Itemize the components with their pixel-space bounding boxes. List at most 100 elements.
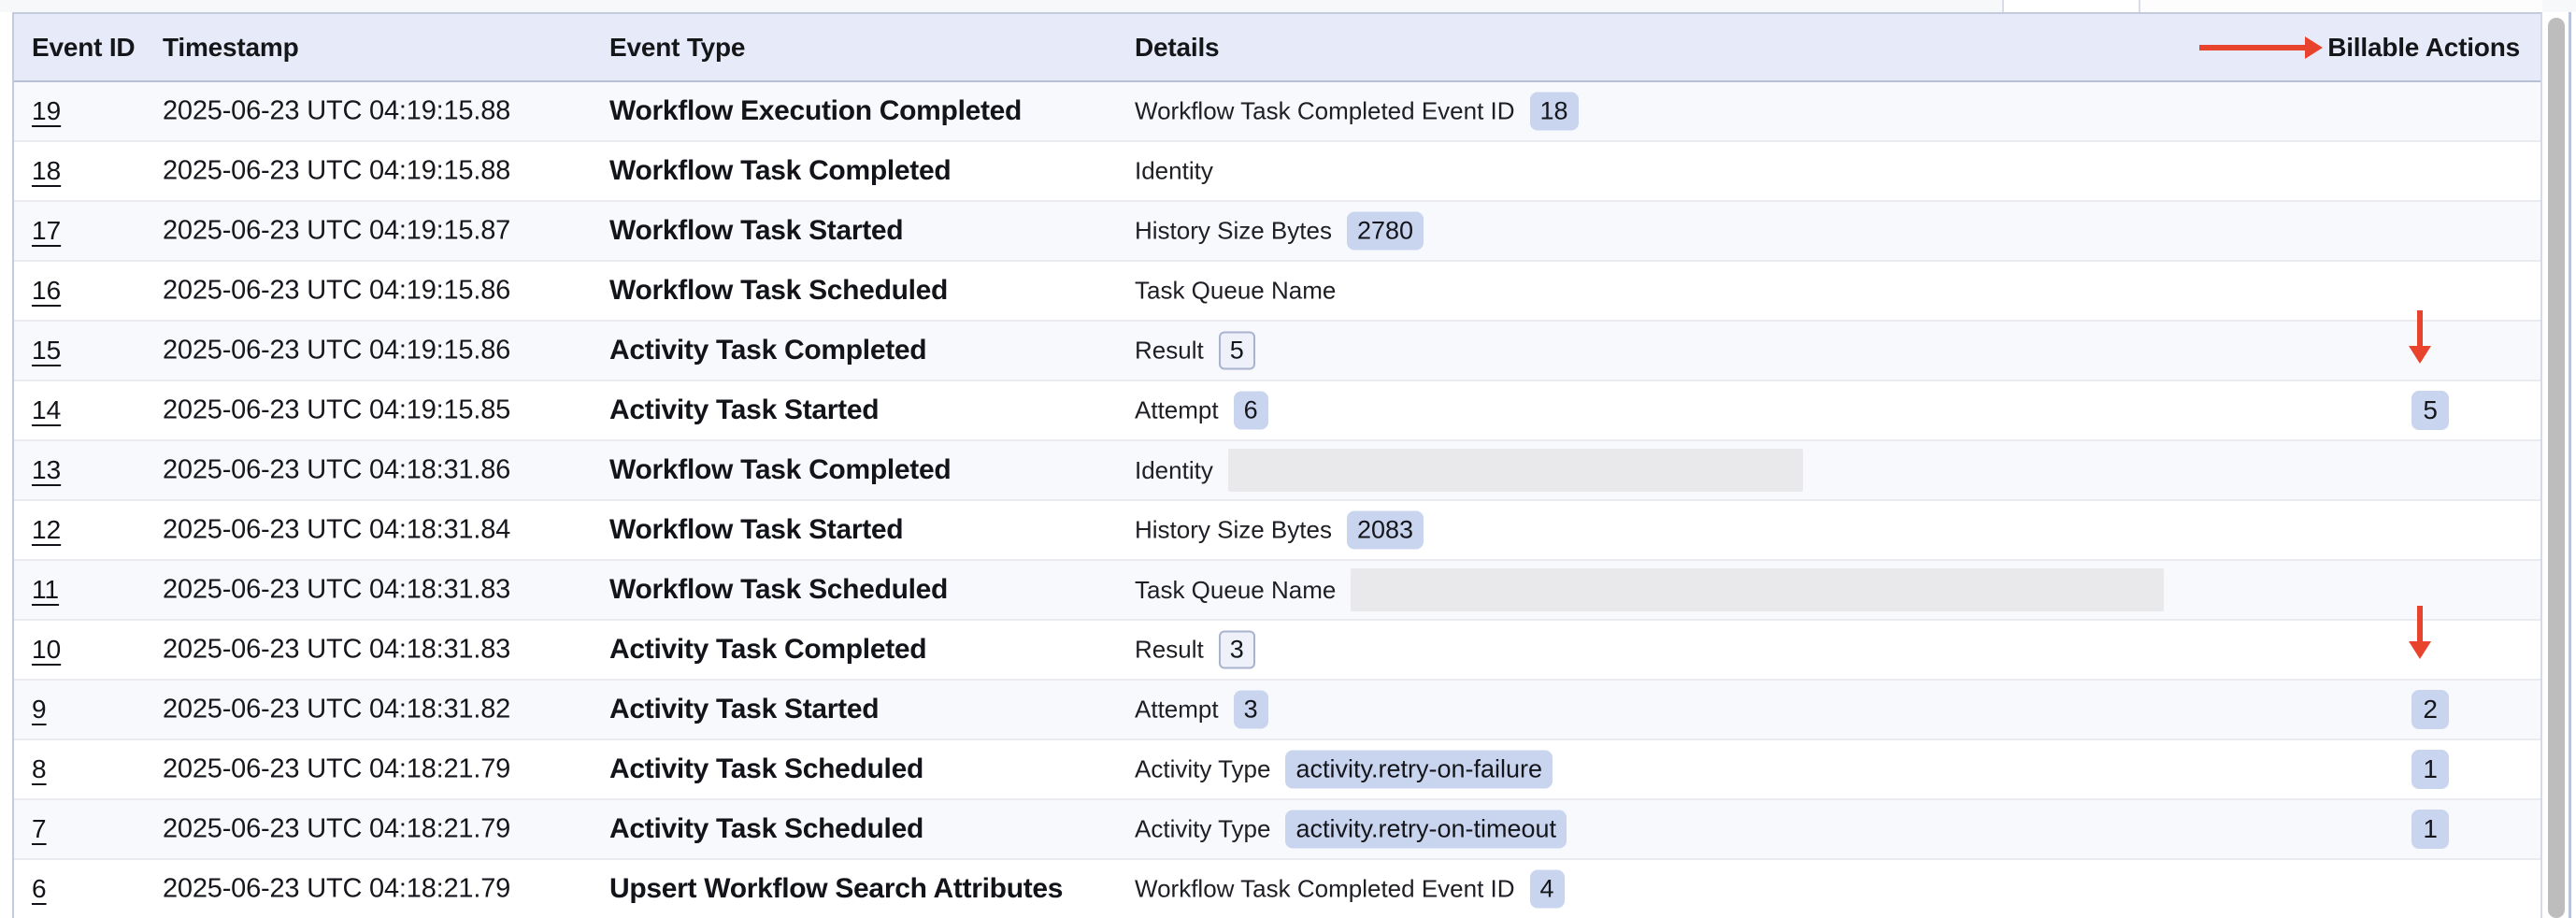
event-timestamp: 2025-06-23 UTC 04:18:31.84 [163,515,510,546]
event-id-link[interactable]: 11 [32,575,59,605]
event-id-link[interactable]: 17 [32,216,61,246]
detail-label: Activity Type [1135,815,1270,844]
event-type: Activity Task Scheduled [609,813,923,845]
event-timestamp: 2025-06-23 UTC 04:19:15.87 [163,216,510,247]
detail-value-chip: 18 [1530,93,1579,131]
table-row[interactable]: 15 2025-06-23 UTC 04:19:15.86 Activity T… [14,322,2540,381]
event-type: Workflow Task Started [609,514,903,546]
table-row[interactable]: 16 2025-06-23 UTC 04:19:15.86 Workflow T… [14,262,2540,322]
table-row[interactable]: 9 2025-06-23 UTC 04:18:31.82 Activity Ta… [14,681,2540,740]
event-id-link[interactable]: 6 [32,874,47,904]
event-id-link[interactable]: 16 [32,276,61,306]
detail-value-chip: activity.retry-on-timeout [1285,810,1567,849]
detail-label: Result [1135,636,1204,665]
event-details: History Size Bytes 2780 [1135,212,1424,251]
arrow-head [2409,346,2431,364]
table-row[interactable]: 6 2025-06-23 UTC 04:18:21.79 Upsert Work… [14,860,2540,918]
billable-actions-cell: 2 [2411,690,2449,729]
event-type: Activity Task Scheduled [609,753,923,785]
event-id-link[interactable]: 7 [32,814,47,844]
event-history-table: Event ID Timestamp Event Type Details Bi… [12,12,2542,918]
event-timestamp: 2025-06-23 UTC 04:19:15.88 [163,96,510,127]
event-history-screen: Event ID Timestamp Event Type Details Bi… [0,0,2576,918]
table-row[interactable]: 14 2025-06-23 UTC 04:19:15.85 Activity T… [14,381,2540,441]
event-type: Upsert Workflow Search Attributes [609,873,1063,905]
column-header-billable-actions: Billable Actions [2327,33,2520,63]
event-details: Activity Type activity.retry-on-timeout [1135,810,1567,849]
event-timestamp: 2025-06-23 UTC 04:18:31.83 [163,635,510,666]
event-id-link[interactable]: 13 [32,455,61,485]
billable-actions-badge: 1 [2411,810,2449,849]
table-row[interactable]: 17 2025-06-23 UTC 04:19:15.87 Workflow T… [14,202,2540,262]
detail-value-chip: activity.retry-on-failure [1285,751,1553,789]
event-timestamp: 2025-06-23 UTC 04:18:31.86 [163,455,510,486]
red-arrow-down-icon [2409,310,2431,364]
detail-value-chip: 2083 [1347,511,1424,550]
event-id-link[interactable]: 9 [32,695,47,724]
table-body: 19 2025-06-23 UTC 04:19:15.88 Workflow E… [14,82,2540,918]
table-row[interactable]: 11 2025-06-23 UTC 04:18:31.83 Workflow T… [14,561,2540,621]
event-type: Activity Task Completed [609,335,926,366]
billable-actions-badge: 5 [2411,391,2449,430]
detail-label: Workflow Task Completed Event ID [1135,875,1515,904]
event-id-link[interactable]: 18 [32,156,61,186]
red-arrow-down-icon [2409,606,2431,659]
billable-actions-cell: 5 [2411,391,2449,430]
event-id-link[interactable]: 19 [32,96,61,126]
event-type: Workflow Execution Completed [609,95,1022,127]
event-timestamp: 2025-06-23 UTC 04:19:15.86 [163,276,510,307]
event-type: Workflow Task Started [609,215,903,247]
detail-label: Result [1135,337,1204,366]
event-id-link[interactable]: 12 [32,515,61,545]
table-row[interactable]: 12 2025-06-23 UTC 04:18:31.84 Workflow T… [14,501,2540,561]
detail-label: Attempt [1135,696,1219,724]
detail-label: Attempt [1135,396,1219,425]
event-details: Result 5 [1135,332,1255,370]
event-timestamp: 2025-06-23 UTC 04:18:31.82 [163,695,510,725]
event-type: Activity Task Started [609,394,879,426]
table-row[interactable]: 18 2025-06-23 UTC 04:19:15.88 Workflow T… [14,142,2540,202]
arrow-shaft [2417,310,2423,346]
detail-label: Activity Type [1135,755,1270,784]
detail-label: Identity [1135,157,1213,186]
column-header-timestamp[interactable]: Timestamp [163,33,299,63]
column-header-event-id[interactable]: Event ID [32,33,135,63]
event-type: Workflow Task Completed [609,155,951,187]
red-arrow-right-icon [2199,36,2323,59]
event-timestamp: 2025-06-23 UTC 04:19:15.86 [163,336,510,366]
event-timestamp: 2025-06-23 UTC 04:18:21.79 [163,814,510,845]
billable-actions-cell: 1 [2411,810,2449,849]
detail-label: Task Queue Name [1135,576,1336,605]
event-id-link[interactable]: 8 [32,754,47,784]
event-details: Activity Type activity.retry-on-failure [1135,751,1553,789]
table-row[interactable]: 10 2025-06-23 UTC 04:18:31.83 Activity T… [14,621,2540,681]
event-details: Identity [1135,449,1803,492]
arrow-head [2409,641,2431,659]
detail-value-chip: 3 [1219,631,1255,669]
column-header-event-type[interactable]: Event Type [609,33,745,63]
event-details: Result 3 [1135,631,1255,669]
column-header-details: Details [1135,33,1219,63]
table-row[interactable]: 7 2025-06-23 UTC 04:18:21.79 Activity Ta… [14,800,2540,860]
redacted-value [1228,449,1803,492]
detail-label: Identity [1135,456,1213,485]
event-type: Workflow Task Completed [609,454,951,486]
event-type: Workflow Task Scheduled [609,275,948,307]
event-id-link[interactable]: 15 [32,336,61,366]
event-id-link[interactable]: 10 [32,635,61,665]
event-type: Activity Task Started [609,694,879,725]
table-row[interactable]: 19 2025-06-23 UTC 04:19:15.88 Workflow E… [14,82,2540,142]
event-details: Attempt 3 [1135,691,1268,729]
table-row[interactable]: 8 2025-06-23 UTC 04:18:21.79 Activity Ta… [14,740,2540,800]
vertical-scrollbar-thumb[interactable] [2548,18,2565,918]
event-details: Attempt 6 [1135,392,1268,430]
event-timestamp: 2025-06-23 UTC 04:19:15.88 [163,156,510,187]
top-cropped-strip [0,0,2576,12]
billable-actions-badge: 1 [2411,750,2449,789]
event-timestamp: 2025-06-23 UTC 04:19:15.85 [163,395,510,426]
detail-label: Task Queue Name [1135,277,1336,306]
table-row[interactable]: 13 2025-06-23 UTC 04:18:31.86 Workflow T… [14,441,2540,501]
panel-right-edge [2569,12,2571,918]
event-details: History Size Bytes 2083 [1135,511,1424,550]
event-id-link[interactable]: 14 [32,395,61,425]
